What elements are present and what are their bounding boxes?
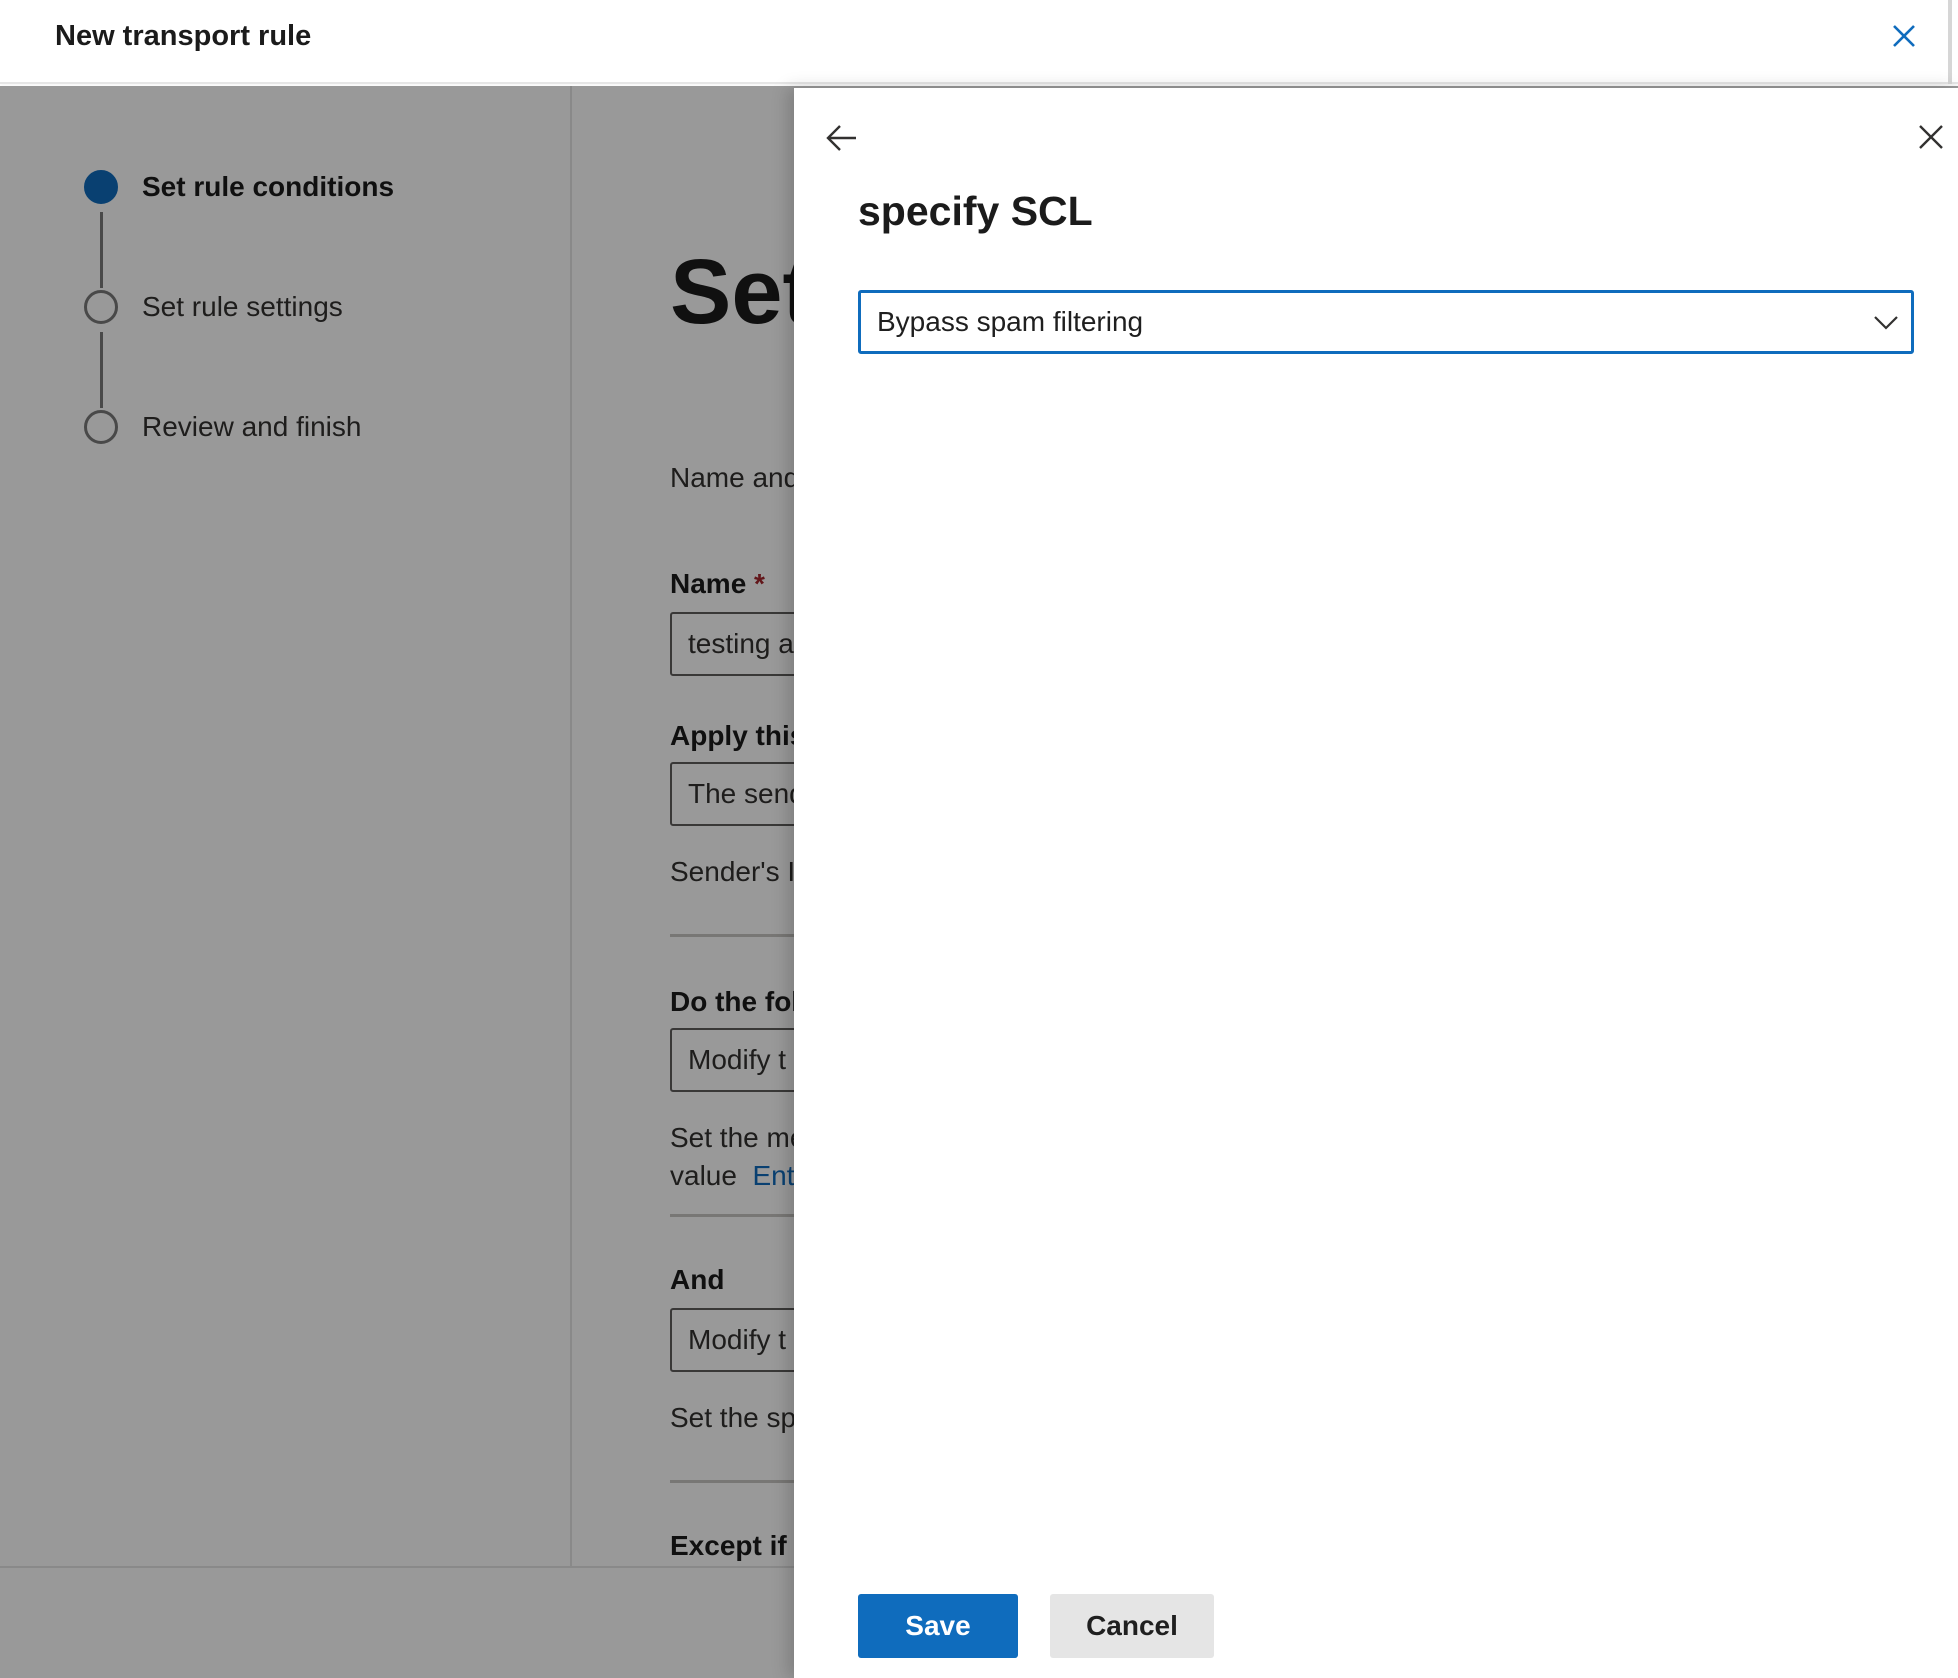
arrow-left-icon[interactable] — [822, 118, 862, 158]
close-icon[interactable] — [1886, 18, 1922, 54]
specify-scl-panel: specify SCL Bypass spam filtering Save C… — [794, 88, 1958, 1678]
chevron-down-icon — [1873, 309, 1899, 335]
scl-dropdown[interactable]: Bypass spam filtering — [858, 290, 1914, 354]
close-icon[interactable] — [1914, 120, 1948, 154]
scrollbar[interactable] — [1948, 0, 1952, 84]
top-header: New transport rule — [0, 0, 1958, 84]
save-button[interactable]: Save — [858, 1594, 1018, 1658]
cancel-button[interactable]: Cancel — [1050, 1594, 1214, 1658]
panel-title: specify SCL — [858, 188, 1093, 234]
scl-dropdown-value: Bypass spam filtering — [877, 306, 1144, 337]
page-title: New transport rule — [55, 20, 312, 52]
